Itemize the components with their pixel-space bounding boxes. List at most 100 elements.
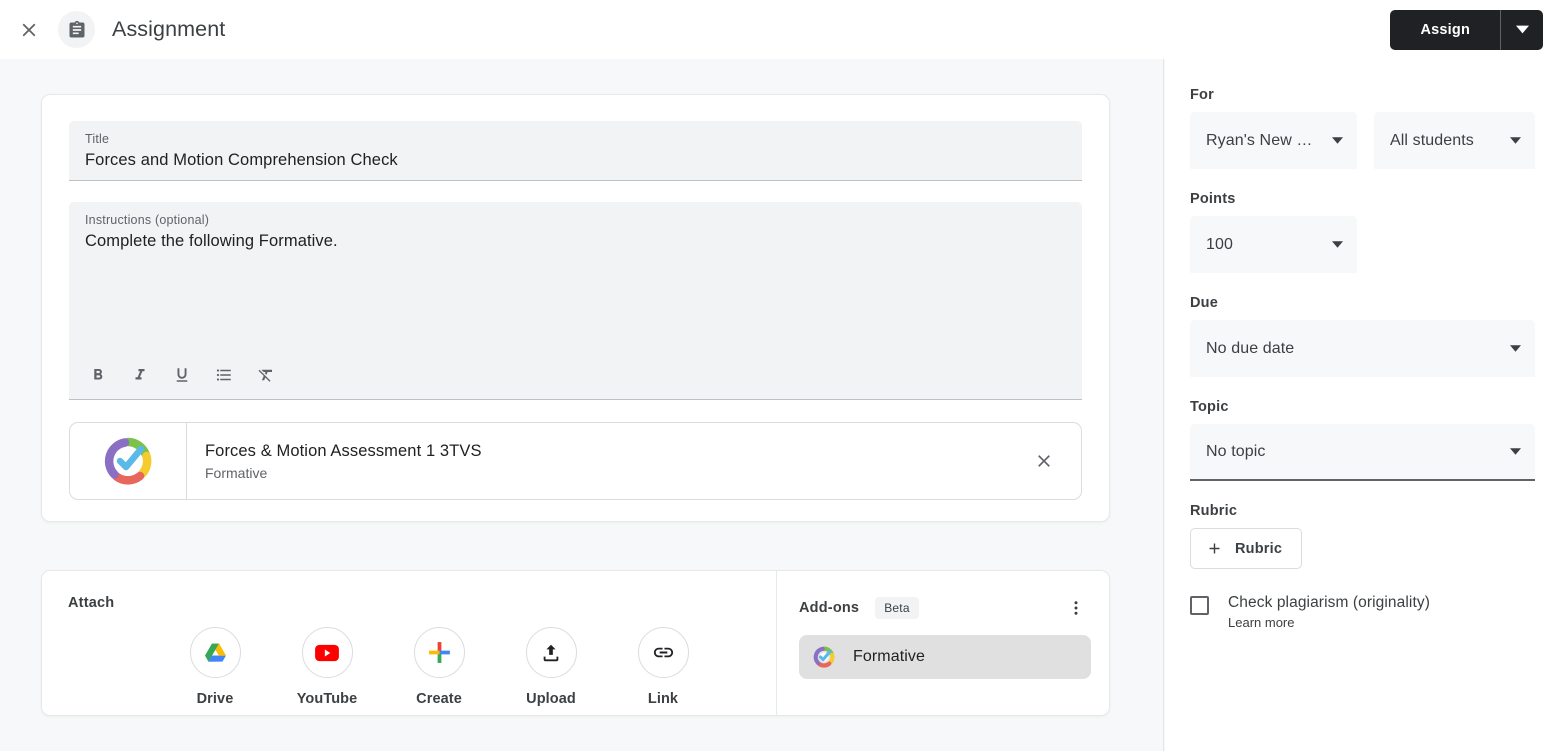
chevron-down-icon: [1322, 241, 1343, 248]
points-select-value: 100: [1206, 235, 1233, 253]
close-icon: [1038, 455, 1050, 467]
italic-button[interactable]: [127, 362, 153, 388]
create-button[interactable]: [413, 627, 465, 678]
topic-select-value: No topic: [1206, 442, 1266, 460]
chevron-down-icon: [1500, 448, 1521, 455]
plagiarism-checkbox[interactable]: [1190, 596, 1209, 615]
italic-icon: [135, 368, 145, 379]
instructions-field-label: Instructions (optional): [85, 213, 210, 227]
bold-button[interactable]: [85, 362, 111, 388]
assign-button[interactable]: Assign: [1390, 10, 1500, 50]
attach-option-label: Upload: [526, 691, 576, 707]
google-drive-icon: [204, 643, 226, 662]
class-select[interactable]: Ryan's New …: [1190, 112, 1357, 169]
addons-panel: Add-ons Beta Formative: [777, 571, 1109, 715]
attach-addons-card: Attach Drive YouTube Create Upload Link …: [41, 570, 1110, 716]
app-header: Assignment Assign: [0, 0, 1559, 59]
points-label: Points: [1190, 191, 1236, 207]
attach-options-row: Drive YouTube Create Upload Link: [68, 627, 776, 707]
attachment-subtitle: Formative: [205, 464, 268, 481]
topic-label: Topic: [1190, 399, 1229, 415]
chevron-down-icon: [1500, 137, 1521, 144]
class-select-value: Ryan's New …: [1206, 131, 1313, 149]
plus-icon: [1209, 543, 1220, 554]
header-right-group: Assign: [1390, 9, 1559, 50]
bulleted-list-button[interactable]: [211, 362, 237, 388]
more-vert-icon: [1074, 601, 1078, 615]
formative-logo-icon: [104, 437, 152, 485]
upload-button[interactable]: [525, 627, 577, 678]
title-field-label: Title: [85, 132, 110, 146]
title-field[interactable]: Title Forces and Motion Comprehension Ch…: [69, 121, 1082, 181]
header-left-group: Assignment: [0, 7, 225, 53]
close-button[interactable]: [6, 7, 52, 53]
students-select[interactable]: All students: [1374, 112, 1535, 169]
attach-option-label: Link: [647, 691, 679, 707]
attach-option-label: Drive: [196, 691, 234, 707]
attach-option-create[interactable]: Create: [411, 627, 467, 707]
topic-select[interactable]: No topic: [1190, 424, 1535, 481]
attach-option-label: YouTube: [296, 691, 358, 707]
plagiarism-label: Check plagiarism (originality): [1228, 594, 1430, 611]
clear-formatting-button[interactable]: [253, 362, 279, 388]
attach-panel-title: Attach: [68, 595, 115, 611]
add-rubric-button[interactable]: Rubric: [1190, 528, 1303, 569]
attach-option-upload[interactable]: Upload: [523, 627, 579, 707]
attach-panel: Attach Drive YouTube Create Upload Link: [42, 571, 777, 715]
plagiarism-texts: Check plagiarism (originality) Learn mor…: [1228, 594, 1430, 630]
drive-button[interactable]: [189, 627, 241, 678]
attachment-item[interactable]: Forces & Motion Assessment 1 3TVS Format…: [69, 422, 1082, 500]
bulleted-list-icon: [216, 368, 231, 381]
youtube-button[interactable]: [301, 627, 353, 678]
plagiarism-row: Check plagiarism (originality) Learn mor…: [1190, 594, 1535, 630]
attachment-title: Forces & Motion Assessment 1 3TVS: [205, 441, 482, 460]
underline-button[interactable]: [169, 362, 195, 388]
body-wrapper: Title Forces and Motion Comprehension Ch…: [0, 59, 1559, 751]
attach-option-label: Create: [416, 691, 462, 707]
main-column: Title Forces and Motion Comprehension Ch…: [0, 59, 1164, 751]
students-select-value: All students: [1390, 131, 1474, 149]
plagiarism-learn-more-link[interactable]: Learn more: [1228, 615, 1430, 630]
points-select[interactable]: 100: [1190, 216, 1357, 273]
due-select[interactable]: No due date: [1190, 320, 1535, 377]
rich-text-toolbar: [69, 350, 1082, 400]
assign-button-group[interactable]: Assign: [1390, 9, 1543, 50]
assignment-details-card: Title Forces and Motion Comprehension Ch…: [41, 94, 1110, 522]
addons-title: Add-ons: [799, 600, 860, 616]
rubric-label: Rubric: [1190, 503, 1238, 519]
addon-item-formative[interactable]: Formative: [799, 635, 1091, 679]
instructions-input[interactable]: Complete the following Formative.: [85, 228, 1066, 254]
due-label: Due: [1190, 295, 1218, 311]
page-title: Assignment: [112, 17, 226, 41]
underline-icon: [176, 367, 188, 382]
attachment-thumbnail: [70, 423, 187, 499]
remove-attachment-button[interactable]: [1007, 423, 1081, 499]
clear-formatting-icon: [258, 369, 272, 382]
assign-dropdown-button[interactable]: [1501, 10, 1543, 50]
addon-item-label: Formative: [853, 648, 926, 665]
attach-option-drive[interactable]: Drive: [187, 627, 243, 707]
chevron-down-icon: [1500, 345, 1521, 352]
instructions-field[interactable]: Instructions (optional) Complete the fol…: [69, 202, 1082, 400]
for-row: Ryan's New … All students: [1190, 112, 1535, 169]
attach-option-youtube[interactable]: YouTube: [296, 627, 358, 707]
chevron-down-icon: [1515, 25, 1529, 34]
title-input[interactable]: Forces and Motion Comprehension Check: [85, 147, 1066, 173]
link-icon: [653, 647, 673, 658]
youtube-icon: [315, 644, 339, 661]
bold-icon: [94, 368, 103, 379]
addons-menu-button[interactable]: [1061, 593, 1091, 623]
close-icon: [22, 23, 36, 36]
addons-header: Add-ons Beta: [799, 593, 1091, 623]
assignment-type-chip: [58, 11, 95, 48]
create-plus-icon: [428, 642, 450, 663]
due-select-value: No due date: [1206, 339, 1295, 357]
link-button[interactable]: [637, 627, 689, 678]
add-rubric-label: Rubric: [1235, 540, 1283, 557]
attach-option-link[interactable]: Link: [635, 627, 691, 707]
formative-logo-icon: [813, 646, 835, 668]
